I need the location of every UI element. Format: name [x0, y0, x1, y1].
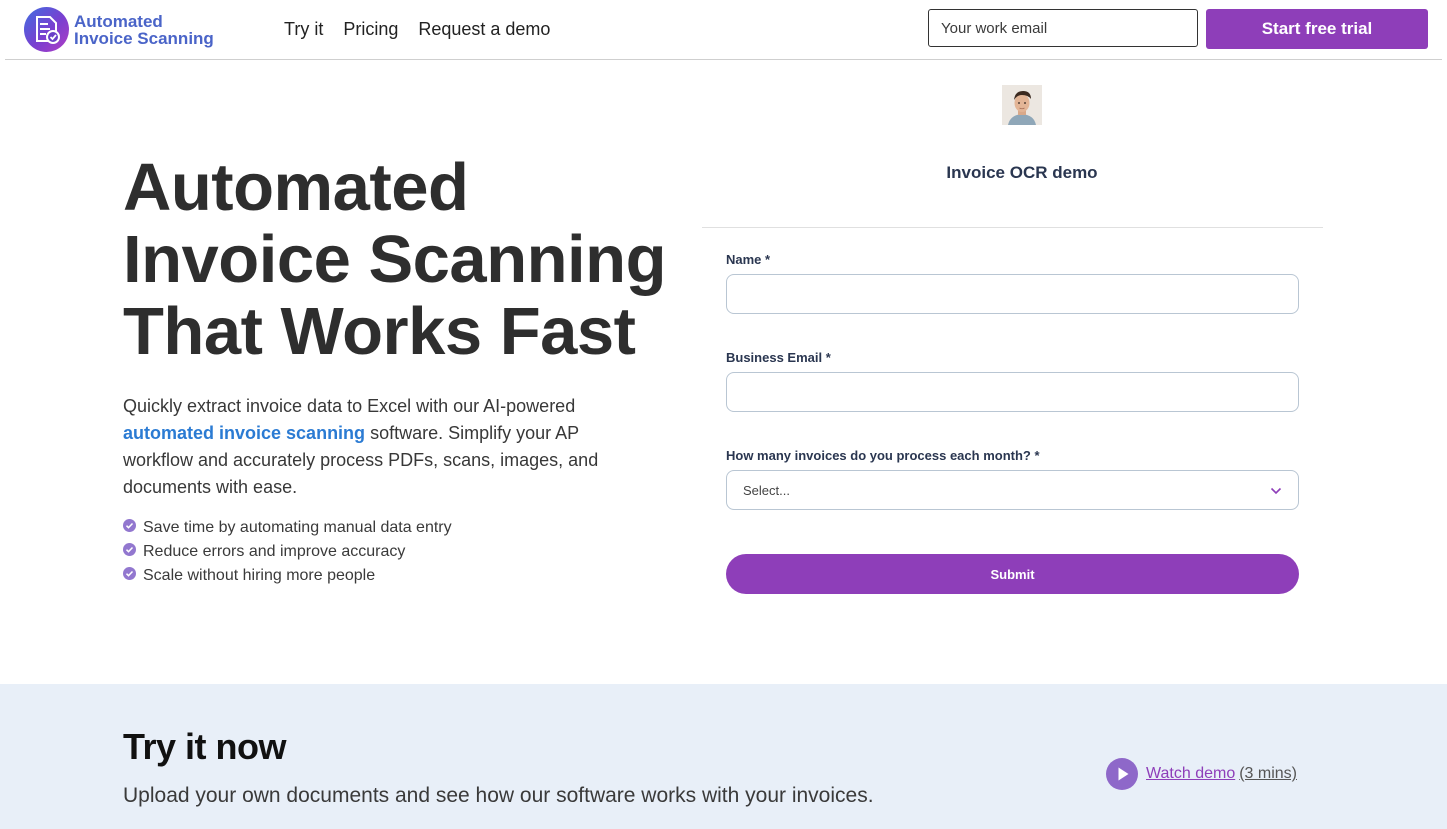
business-email-label: Business Email * — [726, 350, 831, 365]
list-item: Scale without hiring more people — [123, 564, 452, 588]
benefit-text: Save time by automating manual data entr… — [143, 519, 452, 536]
chevron-down-icon — [1270, 483, 1282, 498]
nav-try-it[interactable]: Try it — [284, 19, 323, 40]
hero-description: Quickly extract invoice data to Excel wi… — [123, 393, 643, 501]
logo[interactable]: Automated Invoice Scanning — [24, 7, 214, 52]
play-icon[interactable] — [1106, 758, 1138, 790]
form-divider — [702, 227, 1323, 228]
benefits-list: Save time by automating manual data entr… — [123, 516, 452, 588]
watch-demo-duration: (3 mins) — [1239, 765, 1297, 782]
invoices-per-month-select[interactable]: Select... — [726, 470, 1299, 510]
work-email-input[interactable] — [928, 9, 1198, 47]
header-divider — [5, 59, 1442, 60]
check-icon — [123, 566, 136, 580]
nav-request-demo[interactable]: Request a demo — [418, 19, 550, 40]
name-label: Name * — [726, 252, 771, 267]
main-nav: Try it Pricing Request a demo — [284, 19, 550, 40]
name-field[interactable] — [726, 274, 1299, 314]
start-free-trial-button[interactable]: Start free trial — [1206, 9, 1428, 49]
check-icon — [123, 542, 136, 556]
try-it-title: Try it now — [123, 726, 287, 767]
hero-desc-text-1: Quickly extract invoice data to Excel wi… — [123, 396, 576, 416]
watch-demo[interactable]: Watch demo (3 mins) — [1106, 758, 1297, 790]
benefit-text: Reduce errors and improve accuracy — [143, 543, 406, 560]
check-icon — [123, 518, 136, 532]
logo-line-1: Automated — [74, 11, 163, 31]
watch-demo-link[interactable]: Watch demo — [1146, 765, 1235, 783]
site-header: Automated Invoice Scanning Try it Pricin… — [0, 0, 1447, 60]
avatar — [1002, 85, 1042, 125]
nav-pricing[interactable]: Pricing — [343, 19, 398, 40]
hero-title: Automated Invoice Scanning That Works Fa… — [123, 150, 667, 369]
list-item: Reduce errors and improve accuracy — [123, 540, 452, 564]
try-it-description: Upload your own documents and see how ou… — [123, 784, 874, 807]
invoices-per-month-label: How many invoices do you process each mo… — [726, 448, 1040, 463]
logo-line-2: Invoice Scanning — [74, 28, 214, 48]
form-title: Invoice OCR demo — [946, 163, 1098, 182]
logo-text: Automated Invoice Scanning — [74, 13, 214, 47]
benefit-text: Scale without hiring more people — [143, 567, 376, 584]
automated-invoice-scanning-link[interactable]: automated invoice scanning — [123, 423, 365, 443]
list-item: Save time by automating manual data entr… — [123, 516, 452, 540]
business-email-field[interactable] — [726, 372, 1299, 412]
submit-button[interactable]: Submit — [726, 554, 1299, 594]
select-value: Select... — [743, 482, 790, 498]
invoice-scan-icon — [24, 7, 69, 52]
